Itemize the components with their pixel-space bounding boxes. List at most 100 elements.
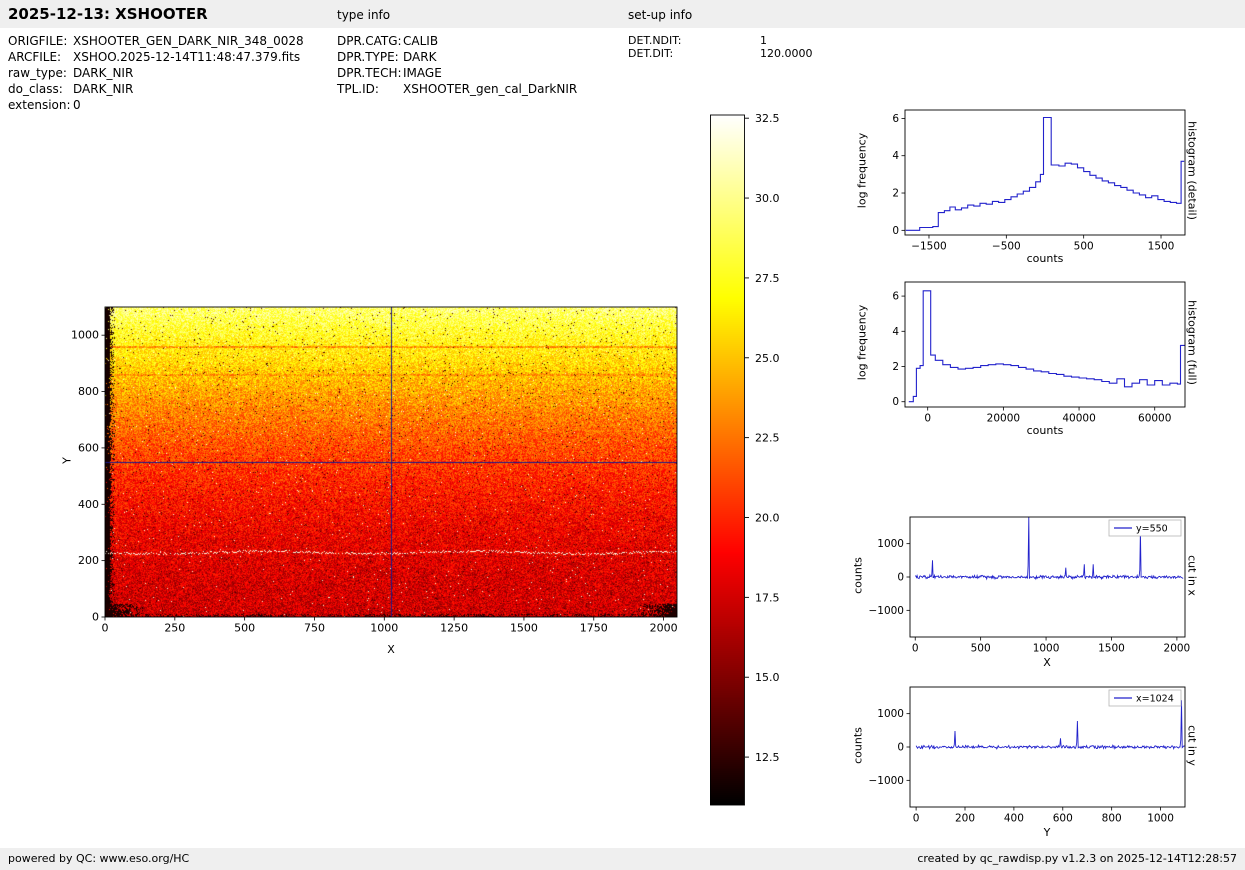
svg-text:2: 2: [892, 361, 899, 373]
setup-info-label: set-up info: [628, 8, 692, 22]
metadata-value: CALIB: [403, 34, 438, 48]
setup-info-block: DET.NDIT:1 DET.DIT:120.0000: [628, 34, 813, 60]
svg-text:400: 400: [1004, 813, 1024, 825]
svg-text:1500: 1500: [1098, 643, 1125, 655]
type-info-label: type info: [337, 8, 390, 22]
svg-text:−1500: −1500: [911, 241, 947, 253]
metadata-row: ARCFILE:XSHOO.2025-12-14T11:48:47.379.fi…: [8, 49, 304, 65]
metadata-value: DARK_NIR: [73, 82, 133, 96]
svg-text:1500: 1500: [1148, 241, 1175, 253]
svg-text:750: 750: [304, 622, 325, 635]
qc-report-page: 2025-12-13: XSHOOTER type info set-up in…: [0, 0, 1245, 870]
metadata-value: XSHOO.2025-12-14T11:48:47.379.fits: [73, 50, 300, 64]
svg-text:600: 600: [78, 441, 99, 454]
metadata-key: do_class:: [8, 81, 73, 97]
svg-text:2000: 2000: [650, 622, 678, 635]
cut-y-ylabel: counts: [852, 686, 865, 806]
svg-text:0: 0: [102, 622, 109, 635]
svg-text:40000: 40000: [1062, 413, 1095, 425]
svg-text:1500: 1500: [510, 622, 538, 635]
svg-text:250: 250: [164, 622, 185, 635]
metadata-value: 0: [73, 98, 81, 112]
metadata-value: DARK_NIR: [73, 66, 133, 80]
footer-left-text: powered by QC: www.eso.org/HC: [8, 852, 189, 865]
dark-frame-image: [105, 307, 677, 617]
metadata-key: ORIGFILE:: [8, 33, 73, 49]
page-title: 2025-12-13: XSHOOTER: [8, 5, 208, 23]
svg-text:2000: 2000: [1164, 643, 1191, 655]
svg-text:x=1024: x=1024: [1136, 694, 1174, 705]
svg-text:1000: 1000: [1147, 813, 1174, 825]
svg-text:32.5: 32.5: [755, 114, 780, 125]
metadata-value: DARK: [403, 50, 436, 64]
metadata-row: DPR.TECH:IMAGE: [337, 65, 577, 81]
svg-text:−1000: −1000: [868, 605, 904, 617]
svg-text:20000: 20000: [987, 413, 1020, 425]
svg-text:0: 0: [897, 572, 904, 584]
histogram-full-xlabel: counts: [1005, 424, 1085, 437]
metadata-row: raw_type:DARK_NIR: [8, 65, 304, 81]
dark-frame-panel: 0250500750100012501500175020000200400600…: [40, 290, 730, 690]
svg-text:1250: 1250: [440, 622, 468, 635]
cut-y-right-label: cut in y: [1186, 686, 1199, 806]
svg-text:15.0: 15.0: [755, 671, 780, 684]
svg-text:500: 500: [971, 643, 991, 655]
svg-text:1000: 1000: [877, 538, 904, 550]
svg-text:25.0: 25.0: [755, 352, 780, 365]
svg-text:22.5: 22.5: [755, 432, 780, 445]
svg-text:27.5: 27.5: [755, 272, 780, 285]
svg-text:500: 500: [1074, 241, 1094, 253]
metadata-row: DPR.CATG:CALIB: [337, 33, 577, 49]
svg-text:0: 0: [913, 813, 920, 825]
metadata-key: DPR.TYPE:: [337, 49, 403, 65]
metadata-value: XSHOOTER_GEN_DARK_NIR_348_0028: [73, 34, 304, 48]
cut-y-xlabel: Y: [1017, 826, 1077, 839]
svg-text:0: 0: [897, 742, 904, 754]
metadata-key: extension:: [8, 97, 73, 113]
metadata-key: TPL.ID:: [337, 81, 403, 97]
x-axis-label: X: [366, 643, 416, 656]
svg-text:4: 4: [892, 326, 899, 338]
svg-text:2: 2: [892, 188, 899, 200]
metadata-key: raw_type:: [8, 65, 73, 81]
cut-x-ylabel: counts: [852, 516, 865, 636]
cut-x-xlabel: X: [1017, 656, 1077, 669]
svg-text:17.5: 17.5: [755, 591, 780, 604]
metadata-row: ORIGFILE:XSHOOTER_GEN_DARK_NIR_348_0028: [8, 33, 304, 49]
histogram-full-right-label: histogram (full): [1186, 283, 1199, 403]
header-bar: 2025-12-13: XSHOOTER type info set-up in…: [0, 0, 1245, 28]
svg-text:800: 800: [78, 385, 99, 398]
svg-text:200: 200: [78, 554, 99, 567]
svg-text:1000: 1000: [71, 329, 99, 342]
colorbar-panel: 12.5 15.0 17.5 20.0 22.5 25.0 27.5 30.0 32.5: [710, 114, 820, 810]
histogram-detail-ylabel: log frequency: [856, 111, 869, 231]
metadata-key: DPR.CATG:: [337, 33, 403, 49]
metadata-row: do_class:DARK_NIR: [8, 81, 304, 97]
metadata-row: DET.NDIT:1: [628, 34, 813, 47]
file-info-block: ORIGFILE:XSHOOTER_GEN_DARK_NIR_348_0028 …: [8, 33, 304, 113]
svg-text:6: 6: [892, 291, 899, 303]
footer-bar: powered by QC: www.eso.org/HC created by…: [0, 848, 1245, 870]
svg-text:−1000: −1000: [868, 775, 904, 787]
histogram-detail-xlabel: counts: [1005, 252, 1085, 265]
metadata-key: DET.NDIT:: [628, 34, 760, 47]
metadata-value: 1: [760, 34, 767, 47]
svg-text:0: 0: [892, 396, 899, 408]
histogram-detail-right-label: histogram (detail): [1186, 111, 1199, 231]
metadata-key: DPR.TECH:: [337, 65, 403, 81]
footer-right-text: created by qc_rawdisp.py v1.2.3 on 2025-…: [917, 852, 1237, 865]
svg-text:400: 400: [78, 498, 99, 511]
svg-text:0: 0: [892, 225, 899, 237]
svg-text:200: 200: [955, 813, 975, 825]
svg-text:20.0: 20.0: [755, 512, 780, 525]
y-axis-label: Y: [61, 436, 74, 486]
svg-text:0: 0: [924, 413, 931, 425]
svg-text:12.5: 12.5: [755, 751, 780, 764]
metadata-row: DPR.TYPE:DARK: [337, 49, 577, 65]
metadata-row: TPL.ID:XSHOOTER_gen_cal_DarkNIR: [337, 81, 577, 97]
svg-text:1000: 1000: [877, 708, 904, 720]
svg-text:1000: 1000: [370, 622, 398, 635]
svg-text:30.0: 30.0: [755, 192, 780, 205]
svg-text:1750: 1750: [580, 622, 608, 635]
svg-text:−500: −500: [992, 241, 1021, 253]
